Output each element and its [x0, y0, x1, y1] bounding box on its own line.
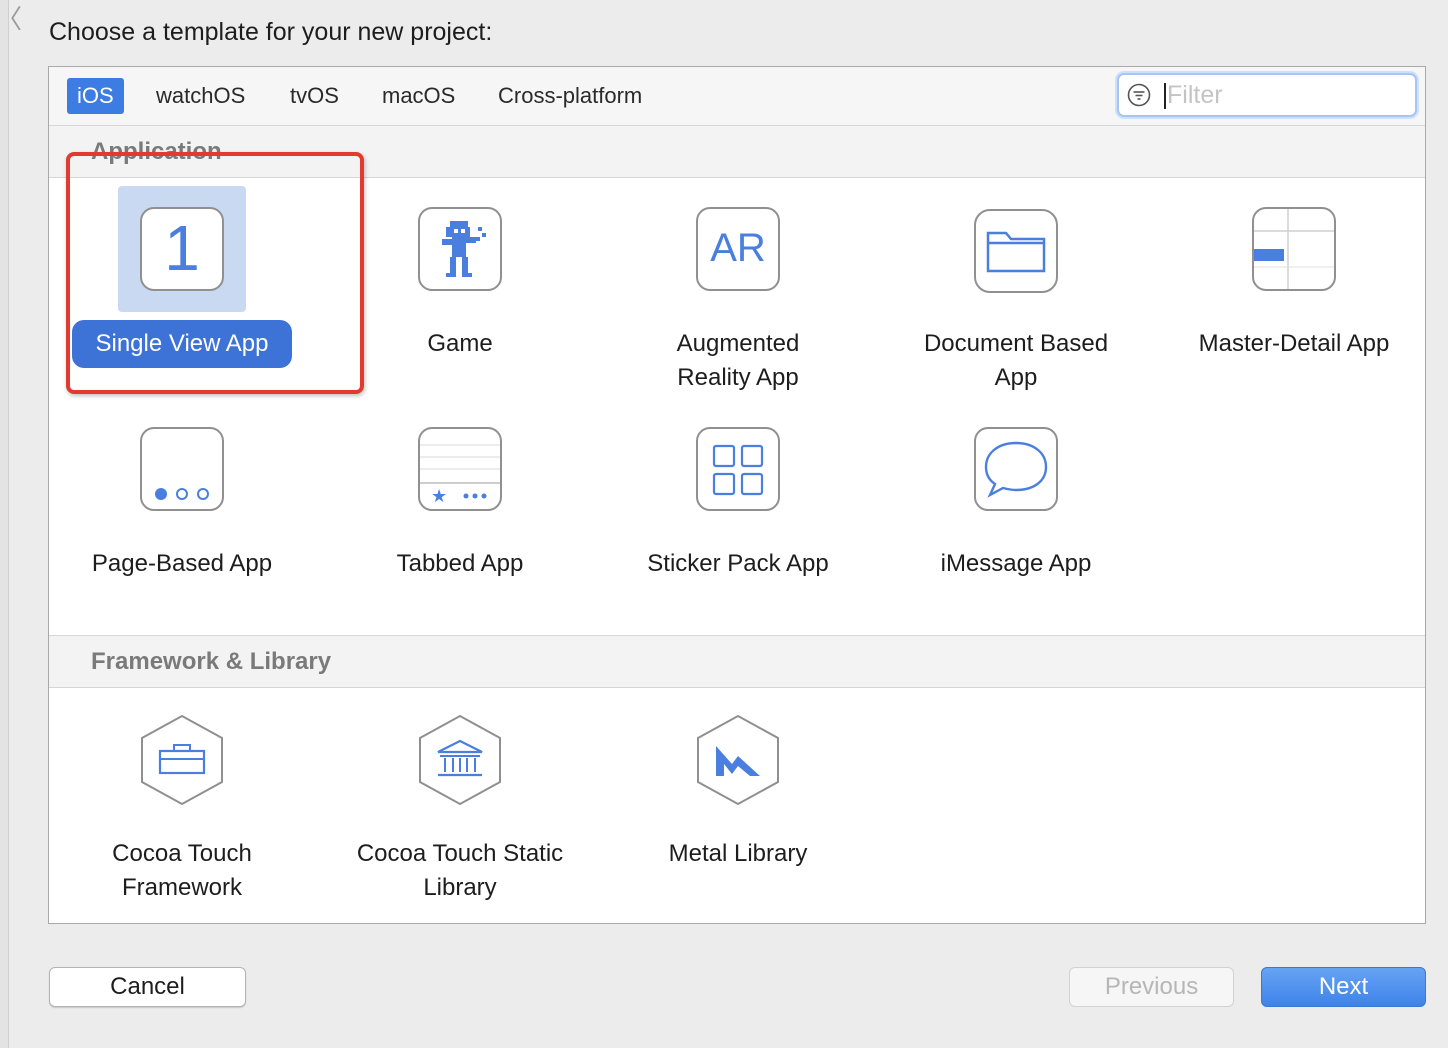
toolbox-icon [141, 714, 223, 806]
annotation-highlight-box [66, 152, 364, 394]
ar-icon: AR [696, 207, 780, 291]
metal-icon [697, 714, 779, 806]
filter-input[interactable] [1167, 78, 1407, 112]
tabbed-icon: ★ [418, 427, 502, 511]
folder-icon [974, 209, 1058, 293]
tab-ios[interactable]: iOS [67, 78, 124, 114]
speech-bubble-icon [974, 427, 1058, 511]
filter-icon [1127, 83, 1151, 107]
section-label-framework: Framework & Library [91, 648, 332, 675]
template-label: Cocoa Touch Framework [112, 840, 252, 901]
library-icon [419, 714, 501, 806]
template-label: Sticker Pack App [647, 550, 829, 577]
previous-button[interactable]: Previous [1069, 967, 1234, 1007]
tab-watchos[interactable]: watchOS [146, 78, 255, 114]
tab-cross-platform[interactable]: Cross-platform [488, 78, 652, 114]
text-caret [1164, 83, 1166, 109]
template-label: Augmented Reality App [676, 330, 800, 391]
next-button[interactable]: Next [1261, 967, 1426, 1007]
template-label: Metal Library [668, 840, 808, 867]
game-icon [418, 207, 502, 291]
tab-tvos[interactable]: tvOS [280, 78, 349, 114]
page-dots-icon [140, 427, 224, 511]
grid-icon [696, 427, 780, 511]
master-detail-icon [1252, 207, 1336, 291]
tab-macos[interactable]: macOS [372, 78, 465, 114]
template-label: Page-Based App [91, 550, 273, 577]
template-label: Game [427, 330, 493, 357]
section-header-framework: Framework & Library [49, 635, 1425, 688]
template-label: iMessage App [940, 550, 1092, 577]
dialog-title: Choose a template for your new project: [49, 18, 493, 46]
template-label: Master-Detail App [1198, 330, 1390, 357]
cancel-button[interactable]: Cancel [49, 967, 246, 1007]
svg-text:★: ★ [431, 486, 447, 507]
filter-field[interactable] [1117, 73, 1417, 117]
window-left-edge: 〈 [0, 0, 22, 1048]
ar-icon-text: AR [710, 226, 766, 270]
collapse-chevron-icon: 〈 [0, 6, 22, 32]
platform-tab-bar: iOS watchOS tvOS macOS Cross-platform [49, 67, 1425, 126]
template-label: Document Based App [923, 330, 1109, 391]
template-label: Cocoa Touch Static Library [356, 840, 564, 901]
template-label: Tabbed App [396, 550, 524, 577]
